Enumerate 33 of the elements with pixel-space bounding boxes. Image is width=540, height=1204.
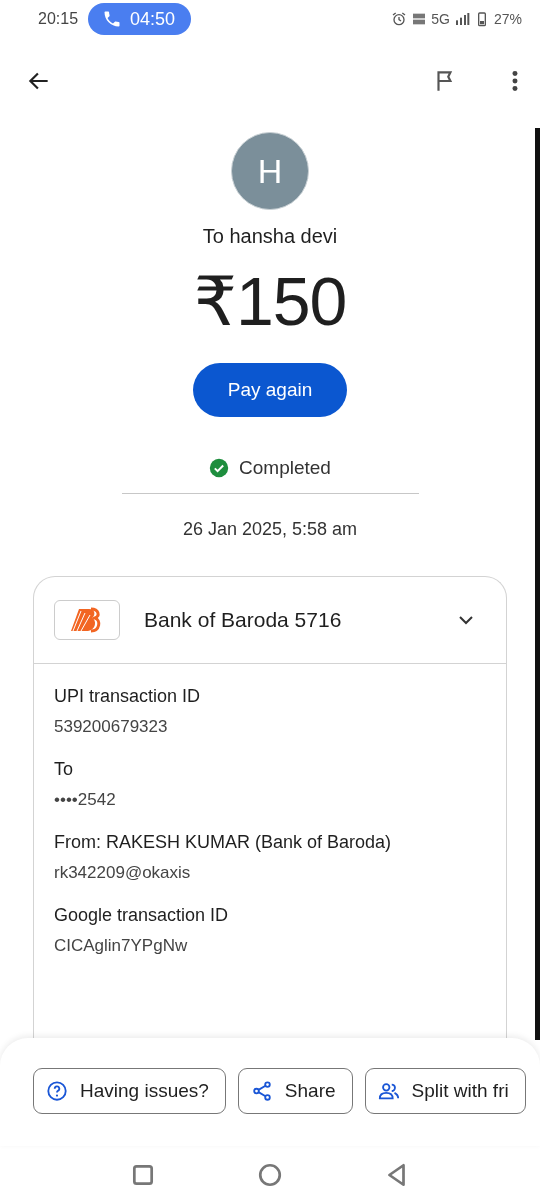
account-row[interactable]: Bank of Baroda 5716: [34, 577, 506, 664]
status-label: Completed: [239, 457, 331, 479]
amount: ₹150: [193, 262, 347, 341]
detail-label: Google transaction ID: [54, 905, 230, 926]
alarm-icon: [391, 11, 408, 27]
more-menu-icon[interactable]: [510, 68, 520, 94]
detail-value: rk342209@okaxis: [54, 863, 192, 883]
pay-again-button[interactable]: Pay again: [193, 363, 347, 417]
bank-logo-icon: [54, 600, 120, 640]
phone-icon: [102, 9, 123, 29]
volte-icon: [411, 11, 428, 27]
detail-label: To: [54, 759, 74, 780]
share-chip[interactable]: Share: [237, 1068, 353, 1114]
bank-account-label: Bank of Baroda 5716: [144, 608, 342, 632]
people-icon: [377, 1080, 400, 1102]
detail-value: CICAglin7YPgNw: [54, 936, 189, 956]
call-pill[interactable]: 04:50: [88, 3, 192, 35]
avatar: H: [231, 132, 309, 210]
split-chip[interactable]: Split with fri: [364, 1068, 526, 1114]
detail-value: ••••2542: [54, 790, 117, 810]
transaction-date: 26 Jan 2025, 5:58 am: [182, 519, 358, 540]
help-icon: [46, 1080, 68, 1102]
share-icon: [250, 1080, 273, 1102]
detail-value: 539200679323: [54, 717, 169, 737]
help-chip[interactable]: Having issues?: [33, 1068, 226, 1114]
status-time: 20:15: [38, 10, 79, 28]
detail-label: UPI transaction ID: [54, 686, 202, 707]
recipient-name: To hansha devi: [202, 225, 338, 248]
home-icon[interactable]: [257, 1162, 283, 1188]
detail-label: From: RAKESH KUMAR (Bank of Baroda): [54, 832, 393, 853]
signal-icon: [453, 11, 470, 27]
battery-percent: 27%: [493, 11, 522, 27]
network-label: 5G: [431, 11, 450, 27]
